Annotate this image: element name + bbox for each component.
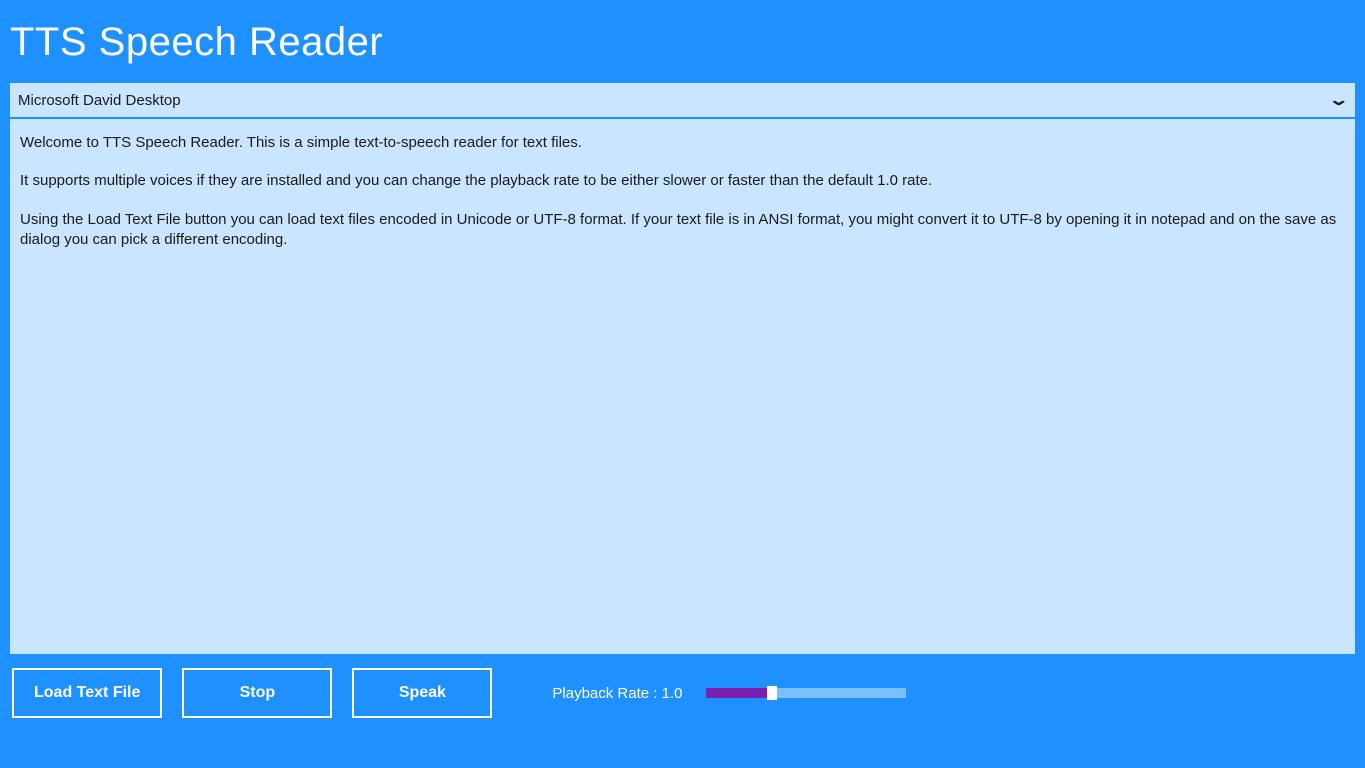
- speak-button[interactable]: Speak: [352, 668, 492, 718]
- slider-fill: [706, 688, 772, 698]
- stop-button[interactable]: Stop: [182, 668, 332, 718]
- playback-rate-label: Playback Rate : 1.0: [552, 685, 682, 702]
- voice-select-dropdown[interactable]: Microsoft David Desktop ⌄: [10, 83, 1355, 117]
- voice-select-value: Microsoft David Desktop: [18, 92, 181, 109]
- app-window: TTS Speech Reader Microsoft David Deskto…: [0, 0, 1365, 768]
- playback-rate-slider[interactable]: [706, 688, 906, 698]
- paragraph-1: Welcome to TTS Speech Reader. This is a …: [20, 133, 1345, 153]
- paragraph-3: Using the Load Text File button you can …: [20, 210, 1345, 251]
- slider-thumb[interactable]: [767, 686, 777, 700]
- load-text-file-button[interactable]: Load Text File: [12, 668, 162, 718]
- paragraph-2: It supports multiple voices if they are …: [20, 171, 1345, 191]
- text-content-area[interactable]: Welcome to TTS Speech Reader. This is a …: [10, 119, 1355, 654]
- controls-bar: Load Text File Stop Speak Playback Rate …: [0, 654, 1365, 768]
- app-title: TTS Speech Reader: [0, 0, 1365, 83]
- chevron-down-icon: ⌄: [1328, 90, 1349, 110]
